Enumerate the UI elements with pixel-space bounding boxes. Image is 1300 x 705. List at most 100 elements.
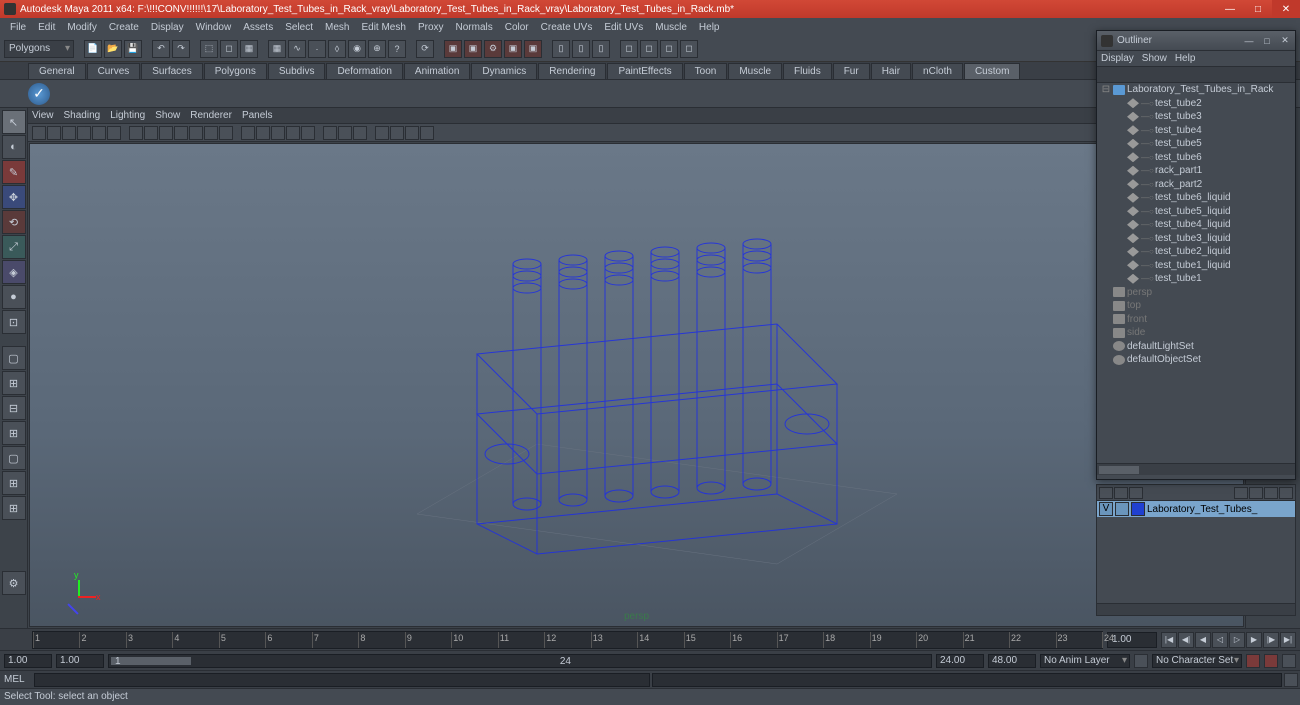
sel-hierarchy-icon[interactable]: ⬚ xyxy=(200,40,218,58)
sel-component-icon[interactable]: ▦ xyxy=(240,40,258,58)
snap-point-icon[interactable]: · xyxy=(308,40,326,58)
play-fwd-icon[interactable]: ▷ xyxy=(1229,632,1245,648)
outliner-item[interactable]: —○test_tube6 xyxy=(1097,151,1295,165)
toggle4-icon[interactable]: ◻ xyxy=(680,40,698,58)
shelf-tab-animation[interactable]: Animation xyxy=(404,63,470,79)
shelf-tab-custom[interactable]: Custom xyxy=(964,63,1020,79)
menu-edit-mesh[interactable]: Edit Mesh xyxy=(355,20,411,35)
char-set-combo[interactable]: No Character Set xyxy=(1152,654,1242,668)
snap-plane-icon[interactable]: ◊ xyxy=(328,40,346,58)
layout-single-icon[interactable]: ▢ xyxy=(2,346,26,370)
shelf-tab-muscle[interactable]: Muscle xyxy=(728,63,782,79)
menu-select[interactable]: Select xyxy=(279,20,319,35)
range-start-field[interactable]: 1.00 xyxy=(4,654,52,668)
minimize-button[interactable]: — xyxy=(1216,0,1244,18)
outliner-item[interactable]: —○test_tube4_liquid xyxy=(1097,218,1295,232)
time-slider[interactable]: 123456789101112131415161718192021222324 … xyxy=(0,628,1300,650)
step-back-icon[interactable]: ◀ xyxy=(1195,632,1211,648)
menu-window[interactable]: Window xyxy=(190,20,238,35)
soft-mod-icon[interactable]: ● xyxy=(2,285,26,309)
outliner-item[interactable]: side xyxy=(1097,326,1295,340)
snap-curve-icon[interactable]: ∿ xyxy=(288,40,306,58)
rotate-tool-icon[interactable]: ⟲ xyxy=(2,210,26,234)
outliner-menu-help[interactable]: Help xyxy=(1175,53,1196,64)
layer-type-toggle[interactable] xyxy=(1115,502,1129,516)
menu-modify[interactable]: Modify xyxy=(61,20,102,35)
lasso-tool-icon[interactable]: ◐ xyxy=(2,135,26,159)
vp-wireframe-icon[interactable] xyxy=(241,126,255,140)
outliner-item[interactable]: —○test_tube5 xyxy=(1097,137,1295,151)
vp-renderer-icon[interactable] xyxy=(420,126,434,140)
vp-select-cam-icon[interactable] xyxy=(32,126,46,140)
anim-layer-settings-icon[interactable] xyxy=(1134,654,1148,668)
shelf-tab-dynamics[interactable]: Dynamics xyxy=(471,63,537,79)
menu-edit[interactable]: Edit xyxy=(32,20,61,35)
menu-muscle[interactable]: Muscle xyxy=(649,20,693,35)
shelf-tab-fur[interactable]: Fur xyxy=(833,63,870,79)
paint-select-icon[interactable]: ✎ xyxy=(2,160,26,184)
layer-vis-toggle[interactable]: V xyxy=(1099,502,1113,516)
menu-edit-uvs[interactable]: Edit UVs xyxy=(598,20,649,35)
vp-menu-show[interactable]: Show xyxy=(155,110,180,121)
menu-color[interactable]: Color xyxy=(499,20,535,35)
tool-settings-icon[interactable]: ⚙ xyxy=(2,571,26,595)
menu-help[interactable]: Help xyxy=(693,20,726,35)
outliner-max-button[interactable]: □ xyxy=(1259,34,1275,48)
shelf-tab-general[interactable]: General xyxy=(28,63,86,79)
vp-image-plane-icon[interactable] xyxy=(77,126,91,140)
outliner-list[interactable]: ⊟Laboratory_Test_Tubes_in_Rack—○test_tub… xyxy=(1097,83,1295,463)
shelf-tab-deformation[interactable]: Deformation xyxy=(326,63,402,79)
outliner-scrollbar[interactable] xyxy=(1097,463,1295,475)
outliner-item[interactable]: —○test_tube6_liquid xyxy=(1097,191,1295,205)
outliner-item[interactable]: defaultLightSet xyxy=(1097,340,1295,354)
anim-layer-combo[interactable]: No Anim Layer xyxy=(1040,654,1130,668)
time-track[interactable]: 123456789101112131415161718192021222324 xyxy=(32,631,1103,649)
range-end-field[interactable]: 24.00 xyxy=(936,654,984,668)
outliner-menu-show[interactable]: Show xyxy=(1142,53,1167,64)
outliner-menu-display[interactable]: Display xyxy=(1101,53,1134,64)
render-settings-icon[interactable]: ⚙ xyxy=(484,40,502,58)
redo-icon[interactable]: ↷ xyxy=(172,40,190,58)
layer-tab-display-icon[interactable] xyxy=(1099,487,1113,499)
time-current-field[interactable]: 1.00 xyxy=(1107,632,1157,648)
vp-menu-renderer[interactable]: Renderer xyxy=(190,110,232,121)
move-tool-icon[interactable]: ✥ xyxy=(2,185,26,209)
menu-file[interactable]: File xyxy=(4,20,32,35)
close-button[interactable]: ✕ xyxy=(1272,0,1300,18)
outliner-search[interactable] xyxy=(1097,67,1295,83)
outliner-item[interactable]: ⊟Laboratory_Test_Tubes_in_Rack xyxy=(1097,83,1295,97)
layer-delete-icon[interactable] xyxy=(1249,487,1263,499)
range-start2-field[interactable]: 1.00 xyxy=(56,654,104,668)
outliner-item[interactable]: —○test_tube1_liquid xyxy=(1097,259,1295,273)
vp-hq-icon[interactable] xyxy=(405,126,419,140)
goto-end-icon[interactable]: ▶| xyxy=(1280,632,1296,648)
outliner-titlebar[interactable]: Outliner — □ ✕ xyxy=(1097,31,1295,51)
vp-gate-mask-icon[interactable] xyxy=(174,126,188,140)
outliner-min-button[interactable]: — xyxy=(1241,34,1257,48)
set-key-icon[interactable] xyxy=(1264,654,1278,668)
goto-start-icon[interactable]: |◀ xyxy=(1161,632,1177,648)
shelf-tab-hair[interactable]: Hair xyxy=(871,63,911,79)
layout-prev-icon[interactable]: ▢ xyxy=(2,446,26,470)
outliner-item[interactable]: persp xyxy=(1097,286,1295,300)
menu-create[interactable]: Create xyxy=(103,20,145,35)
menu-display[interactable]: Display xyxy=(145,20,190,35)
menu-normals[interactable]: Normals xyxy=(450,20,499,35)
vp-shadows-icon[interactable] xyxy=(301,126,315,140)
outliner-item[interactable]: front xyxy=(1097,313,1295,327)
render-frame-icon[interactable]: ▣ xyxy=(444,40,462,58)
menu-assets[interactable]: Assets xyxy=(237,20,279,35)
panel-layout1-icon[interactable]: ▯ xyxy=(552,40,570,58)
layout-custom1-icon[interactable]: ⊞ xyxy=(2,471,26,495)
file-new-icon[interactable]: 📄 xyxy=(84,40,102,58)
outliner-item[interactable]: —○rack_part2 xyxy=(1097,178,1295,192)
shelf-tab-polygons[interactable]: Polygons xyxy=(204,63,267,79)
layer-color-swatch[interactable] xyxy=(1131,502,1145,516)
batch-render-icon[interactable]: ▣ xyxy=(524,40,542,58)
vp-shaded-icon[interactable] xyxy=(256,126,270,140)
outliner-item[interactable]: top xyxy=(1097,299,1295,313)
outliner-item[interactable]: —○test_tube2 xyxy=(1097,97,1295,111)
cmd-input[interactable] xyxy=(34,673,650,687)
vp-menu-lighting[interactable]: Lighting xyxy=(110,110,145,121)
mode-combo[interactable]: Polygons xyxy=(4,40,74,58)
